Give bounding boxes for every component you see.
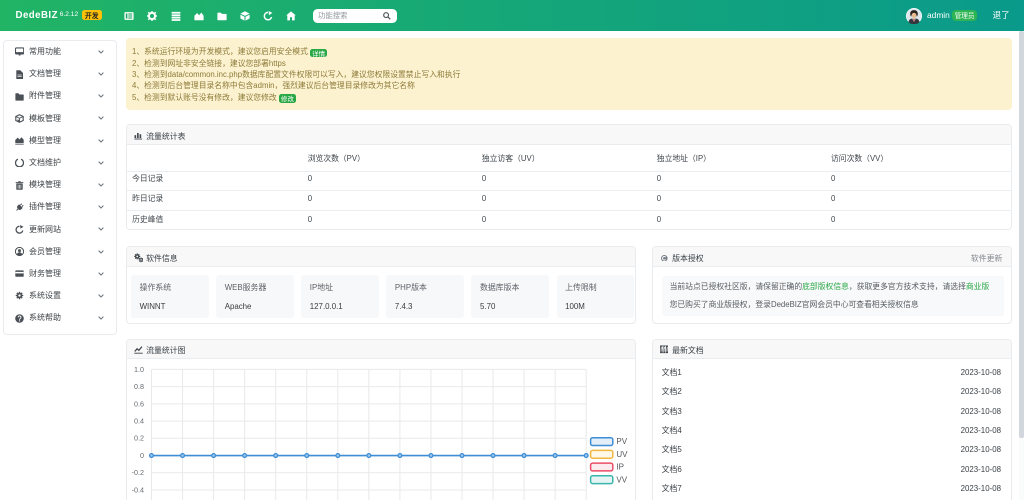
svg-text:IP: IP — [616, 462, 624, 471]
svg-text:PV: PV — [616, 437, 627, 446]
svg-text:0.8: 0.8 — [134, 382, 144, 391]
svg-text:0: 0 — [140, 451, 144, 460]
svg-text:-0.2: -0.2 — [132, 468, 144, 477]
svg-text:1.0: 1.0 — [134, 365, 144, 374]
svg-text:0.2: 0.2 — [134, 434, 144, 443]
svg-text:UV: UV — [616, 450, 628, 459]
svg-text:0.4: 0.4 — [134, 416, 144, 425]
svg-text:0.6: 0.6 — [134, 399, 144, 408]
svg-text:VV: VV — [616, 475, 627, 484]
svg-text:-0.4: -0.4 — [132, 485, 144, 494]
